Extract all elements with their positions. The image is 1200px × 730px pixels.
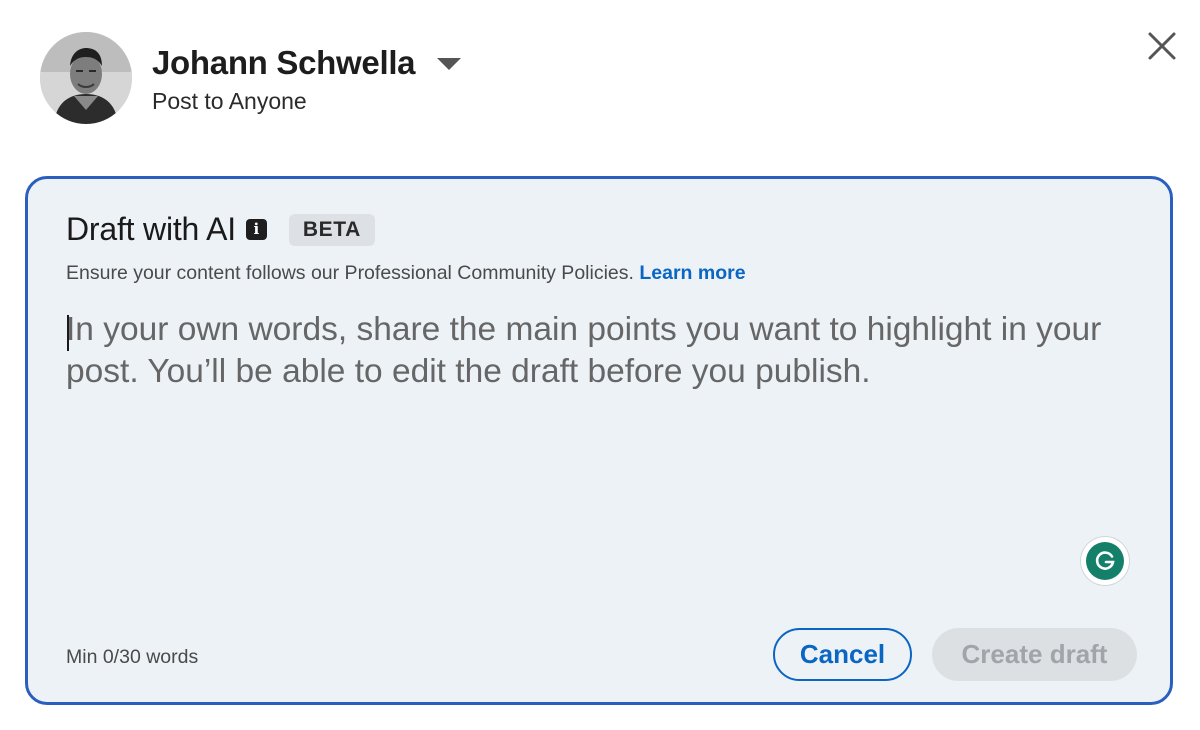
- share-dialog: Johann Schwella Post to Anyone Draft wit…: [0, 0, 1200, 730]
- policy-text: Ensure your content follows our Professi…: [66, 262, 634, 284]
- grammarly-button[interactable]: [1081, 537, 1129, 585]
- identity-block: Johann Schwella Post to Anyone: [152, 32, 462, 115]
- draft-with-ai-panel: Draft with AI i BETA Ensure your content…: [25, 176, 1173, 705]
- close-icon: [1148, 32, 1176, 60]
- cancel-button[interactable]: Cancel: [773, 628, 912, 681]
- policy-notice: Ensure your content follows our Professi…: [66, 262, 746, 285]
- beta-badge: BETA: [288, 213, 375, 246]
- close-button[interactable]: [1140, 24, 1184, 68]
- avatar[interactable]: [40, 32, 132, 124]
- learn-more-link[interactable]: Learn more: [639, 262, 745, 284]
- panel-title: Draft with AI: [66, 211, 236, 247]
- panel-title-row: Draft with AI i BETA: [66, 211, 375, 248]
- user-name: Johann Schwella: [152, 44, 416, 81]
- avatar-photo: [40, 32, 132, 124]
- author-selector[interactable]: Johann Schwella: [152, 44, 462, 82]
- info-icon[interactable]: i: [245, 219, 267, 240]
- post-author-header: Johann Schwella Post to Anyone: [40, 32, 462, 124]
- chevron-down-icon[interactable]: [437, 58, 462, 70]
- audience-selector[interactable]: Post to Anyone: [152, 88, 461, 115]
- grammarly-icon: [1086, 542, 1124, 580]
- word-count: Min 0/30 words: [66, 646, 199, 668]
- text-caret: [67, 315, 69, 351]
- draft-prompt-input[interactable]: [66, 309, 1106, 529]
- grammarly-g-glyph: [1095, 551, 1115, 570]
- create-draft-button[interactable]: Create draft: [932, 628, 1137, 681]
